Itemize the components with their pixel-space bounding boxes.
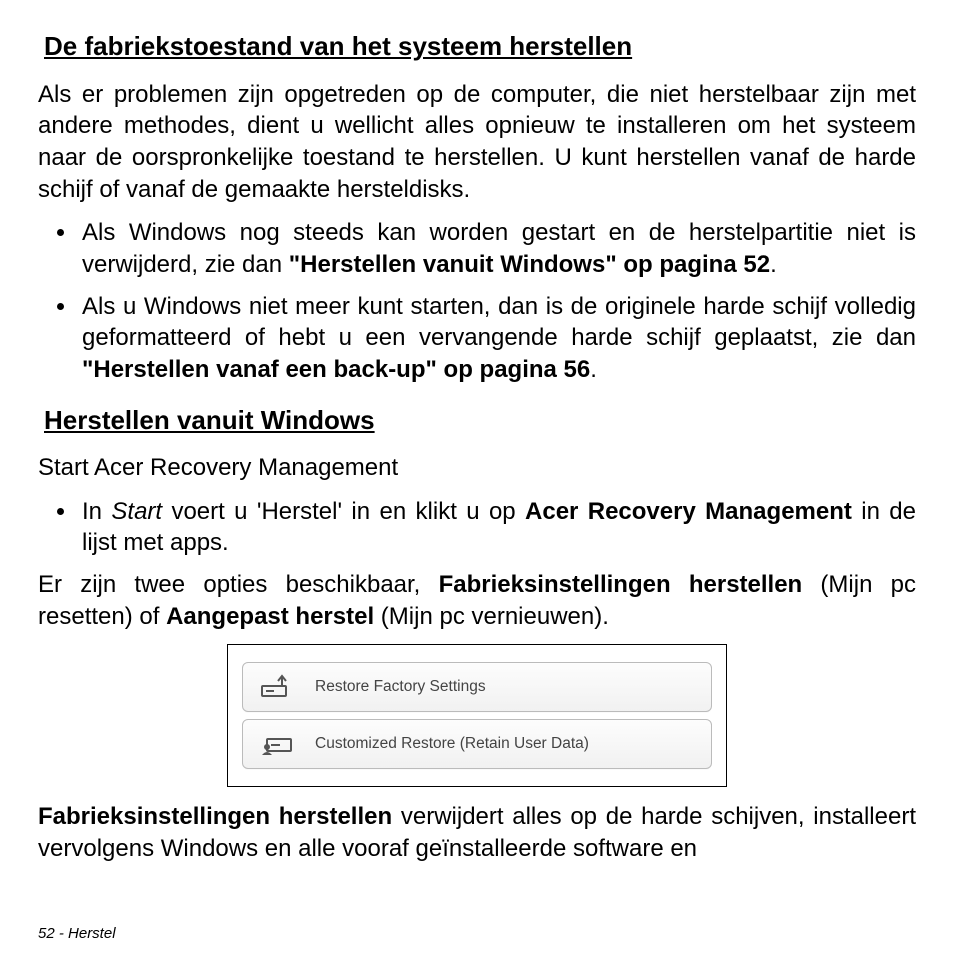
drive-upload-icon <box>259 673 295 701</box>
text: . <box>770 251 777 278</box>
paragraph: Er zijn twee opties beschikbaar, Fabriek… <box>38 569 916 632</box>
text: Er zijn twee opties beschikbaar, <box>38 571 439 598</box>
paragraph: Fabrieksinstellingen herstellen verwijde… <box>38 801 916 864</box>
bullet-list: Als Windows nog steeds kan worden gestar… <box>38 217 916 385</box>
list-item: Als u Windows niet meer kunt starten, da… <box>78 291 916 386</box>
ui-term: Acer Recovery Management <box>525 498 852 525</box>
document-page: De fabriekstoestand van het systeem hers… <box>0 0 954 954</box>
cross-reference: "Herstellen vanaf een back-up" op pagina… <box>82 356 590 383</box>
page-footer: 52 - Herstel <box>38 925 116 942</box>
option-name: Aangepast herstel <box>166 603 374 630</box>
paragraph: Start Acer Recovery Management <box>38 452 916 484</box>
option-name: Fabrieksinstellingen herstellen <box>38 803 392 830</box>
text: voert u 'Herstel' in en klikt u op <box>162 498 525 525</box>
section-heading: De fabriekstoestand van het systeem hers… <box>44 30 916 63</box>
bullet-list: In Start voert u 'Herstel' in en klikt u… <box>38 496 916 559</box>
section-heading: Herstellen vanuit Windows <box>44 404 916 437</box>
screenshot-inset: Restore Factory Settings Customized Rest… <box>227 644 727 787</box>
text: Als u Windows niet meer kunt starten, da… <box>82 293 916 352</box>
text: In <box>82 498 111 525</box>
text: . <box>590 356 597 383</box>
cross-reference: "Herstellen vanuit Windows" op pagina 52 <box>289 251 770 278</box>
paragraph: Als er problemen zijn opgetreden op de c… <box>38 79 916 206</box>
list-item: Als Windows nog steeds kan worden gestar… <box>78 217 916 280</box>
customized-restore-button[interactable]: Customized Restore (Retain User Data) <box>242 719 712 769</box>
button-label: Restore Factory Settings <box>315 678 486 696</box>
ui-term: Start <box>111 498 162 525</box>
list-item: In Start voert u 'Herstel' in en klikt u… <box>78 496 916 559</box>
button-label: Customized Restore (Retain User Data) <box>315 735 589 753</box>
option-name: Fabrieksinstellingen herstellen <box>439 571 803 598</box>
restore-factory-settings-button[interactable]: Restore Factory Settings <box>242 662 712 712</box>
text: (Mijn pc vernieuwen). <box>374 603 609 630</box>
drive-user-icon <box>259 730 295 758</box>
